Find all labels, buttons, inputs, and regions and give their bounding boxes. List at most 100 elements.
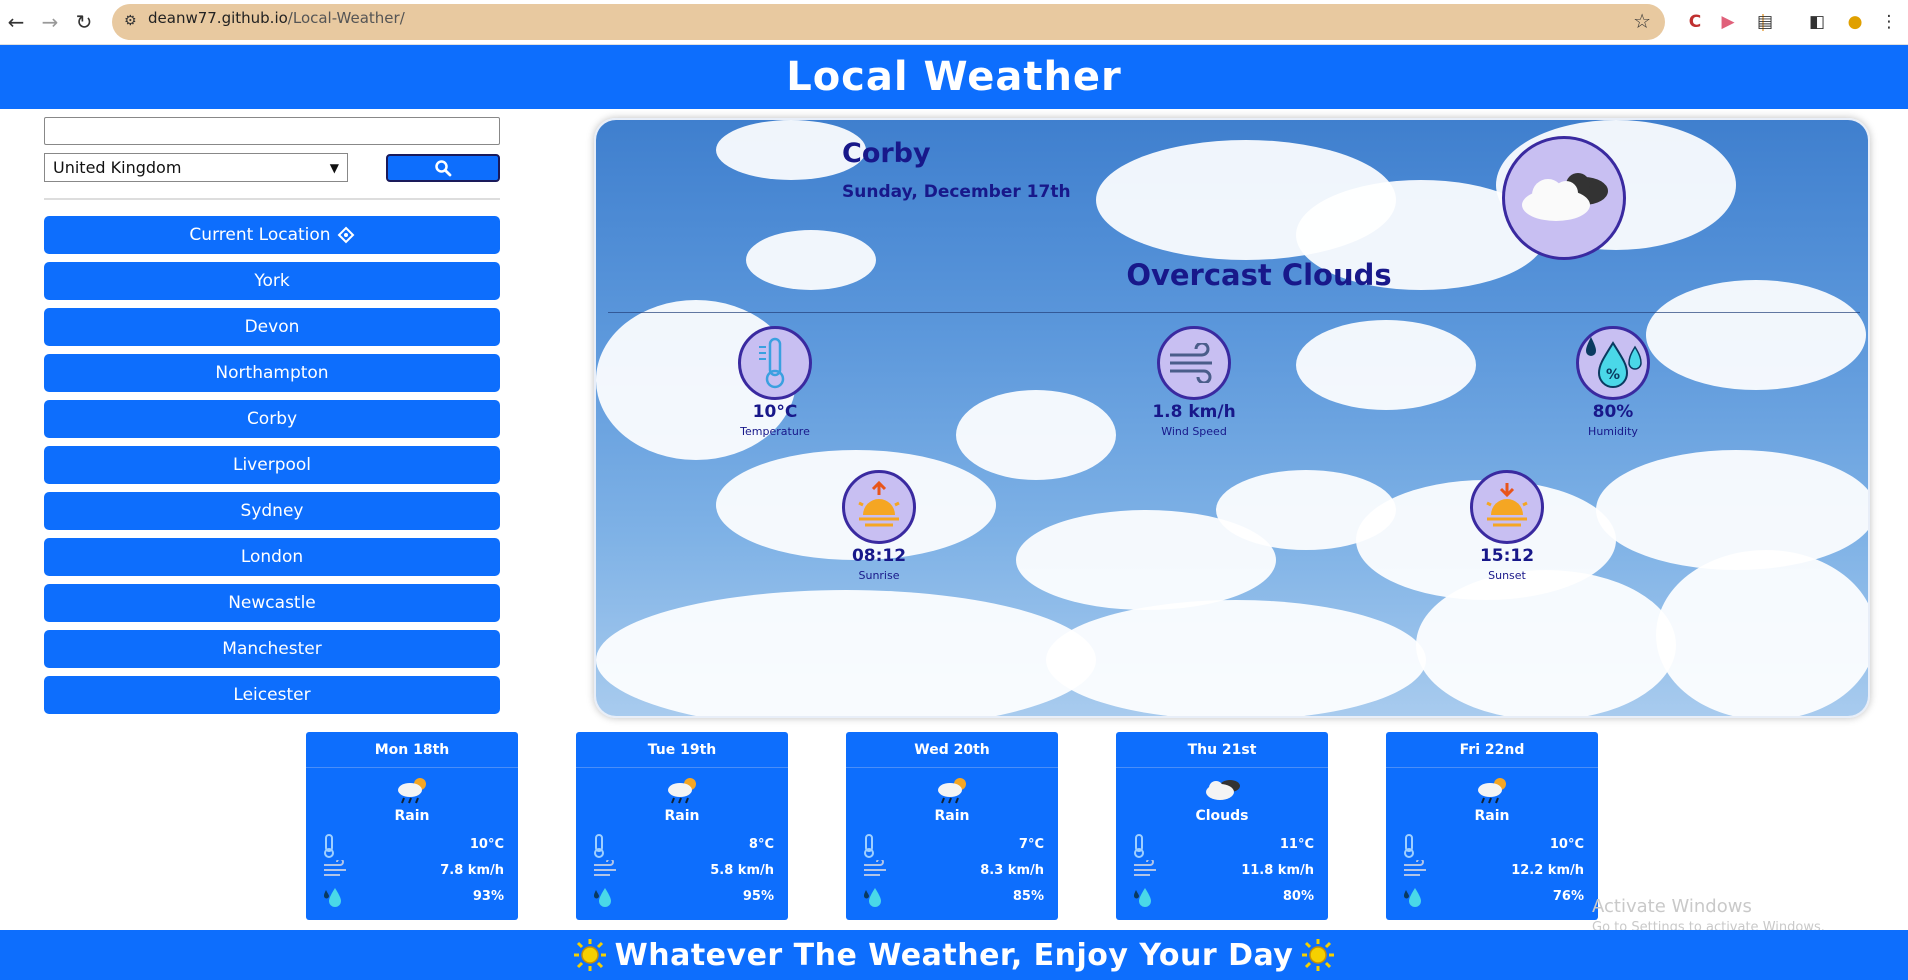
forecast-wind-row: 7.8 km/h — [306, 858, 518, 884]
rain-icon — [306, 772, 518, 808]
forecast-humidity: 93% — [472, 889, 504, 904]
forecast-day: Tue 19th — [576, 732, 788, 768]
side-panel-icon[interactable]: ◧ — [1804, 10, 1830, 34]
city-button-leicester[interactable]: Leicester — [44, 676, 500, 714]
forecast-temp-row: 8°C — [576, 832, 788, 858]
forecast-day: Mon 18th — [306, 732, 518, 768]
city-button-london[interactable]: London — [44, 538, 500, 576]
forecast-humidity-row: 93% — [306, 884, 518, 910]
current-date: Sunday, December 17th — [842, 182, 1071, 202]
svg-text:%: % — [1606, 367, 1620, 383]
current-city: Corby — [842, 138, 931, 169]
sunrise-value: 08:12 — [851, 546, 907, 566]
city-button-corby[interactable]: Corby — [44, 400, 500, 438]
city-label: Leicester — [233, 685, 311, 705]
temperature-value: 10°C — [752, 402, 798, 422]
city-button-devon[interactable]: Devon — [44, 308, 500, 346]
forecast-description: Rain — [664, 808, 700, 824]
humidity-drops-icon — [1132, 886, 1158, 912]
country-select-value: United Kingdom — [53, 158, 182, 177]
search-button[interactable] — [386, 154, 500, 182]
forecast-card: Mon 18th Rain 10°C 7.8 km/h 93% — [306, 732, 518, 920]
forward-icon[interactable]: → — [36, 8, 64, 36]
humidity-value: 80% — [1592, 402, 1634, 422]
bookmark-star-icon[interactable]: ☆ — [1633, 9, 1651, 33]
city-button-northampton[interactable]: Northampton — [44, 354, 500, 392]
wind-icon — [1132, 858, 1160, 882]
wind-label: Wind Speed — [1161, 425, 1227, 438]
city-button-newcastle[interactable]: Newcastle — [44, 584, 500, 622]
rain-icon — [576, 772, 788, 808]
city-button-york[interactable]: York — [44, 262, 500, 300]
wind-icon — [1402, 858, 1430, 882]
sunrise-icon — [842, 470, 916, 544]
page-title: Local Weather — [786, 54, 1122, 100]
url-host: deanw77.github.io — [148, 9, 288, 27]
humidity-metric: % 80% Humidity — [1533, 326, 1693, 438]
sun-icon — [1302, 939, 1335, 971]
forecast-temp: 10°C — [469, 837, 504, 852]
forecast-temp-row: 11°C — [1116, 832, 1328, 858]
sidebar-divider — [44, 198, 500, 200]
sunrise-label: Sunrise — [858, 569, 900, 582]
forecast-temp-row: 7°C — [846, 832, 1058, 858]
extension-c-icon[interactable]: C — [1682, 10, 1708, 34]
page-footer: Whatever The Weather, Enjoy Your Day — [0, 930, 1908, 980]
sunset-value: 15:12 — [1479, 546, 1535, 566]
country-select[interactable]: United Kingdom ▼ — [44, 153, 348, 182]
rain-icon — [846, 772, 1058, 808]
humidity-drops-icon — [862, 886, 888, 912]
forecast-card: Tue 19th Rain 8°C 5.8 km/h 95% — [576, 732, 788, 920]
profile-avatar[interactable]: ● — [1842, 10, 1868, 34]
sunset-icon — [1470, 470, 1544, 544]
extension-pink-icon[interactable]: ▶ — [1715, 10, 1741, 34]
current-location-button[interactable]: Current Location — [44, 216, 500, 254]
city-label: Sydney — [240, 501, 304, 521]
humidity-drops-icon — [592, 886, 618, 912]
humidity-label: Humidity — [1588, 425, 1638, 438]
card-divider — [608, 312, 1860, 313]
reload-icon[interactable]: ↻ — [70, 8, 98, 36]
forecast-wind: 7.8 km/h — [440, 863, 504, 878]
city-label: Newcastle — [228, 593, 316, 613]
crosshair-icon — [337, 226, 354, 244]
current-location-label: Current Location — [189, 225, 331, 245]
forecast-humidity-row: 80% — [1116, 884, 1328, 910]
forecast-humidity-row: 95% — [576, 884, 788, 910]
forecast-temp: 10°C — [1549, 837, 1584, 852]
city-button-liverpool[interactable]: Liverpool — [44, 446, 500, 484]
forecast-description: Clouds — [1195, 808, 1249, 824]
forecast-humidity-row: 85% — [846, 884, 1058, 910]
forecast-temp-row: 10°C — [306, 832, 518, 858]
forecast-wind-row: 8.3 km/h — [846, 858, 1058, 884]
sunset-metric: 15:12 Sunset — [1427, 470, 1587, 582]
forecast-wind: 11.8 km/h — [1241, 863, 1314, 878]
forecast-temp: 8°C — [748, 837, 774, 852]
city-button-manchester[interactable]: Manchester — [44, 630, 500, 668]
extensions-puzzle-icon[interactable]: ▤ — [1752, 10, 1778, 34]
forecast-card: Fri 22nd Rain 10°C 12.2 km/h 76% — [1386, 732, 1598, 920]
forecast-description: Rain — [934, 808, 970, 824]
forecast-wind: 8.3 km/h — [980, 863, 1044, 878]
forecast-temp-row: 10°C — [1386, 832, 1598, 858]
city-label: Northampton — [215, 363, 329, 383]
url-text: deanw77.github.io/Local-Weather/ — [148, 9, 405, 27]
windows-activation-title: Activate Windows — [1592, 896, 1752, 917]
site-info-icon[interactable]: ⚙ — [124, 13, 137, 29]
url-path: /Local-Weather/ — [287, 9, 405, 27]
page-header: Local Weather — [0, 45, 1908, 109]
temperature-metric: 10°C Temperature — [695, 326, 855, 438]
sun-icon — [573, 939, 606, 971]
browser-toolbar: ← → ↻ ⚙ ☆ deanw77.github.io/Local-Weathe… — [0, 0, 1908, 45]
forecast-wind-row: 11.8 km/h — [1116, 858, 1328, 884]
chrome-menu-icon[interactable]: ⋮ — [1876, 10, 1902, 34]
chevron-down-icon: ▼ — [329, 160, 339, 175]
city-search-input[interactable] — [44, 117, 500, 145]
wind-metric: 1.8 km/h Wind Speed — [1114, 326, 1274, 438]
forecast-humidity: 76% — [1552, 889, 1584, 904]
city-label: Corby — [246, 409, 298, 429]
back-icon[interactable]: ← — [2, 8, 30, 36]
forecast-description: Rain — [394, 808, 430, 824]
city-button-sydney[interactable]: Sydney — [44, 492, 500, 530]
forecast-day: Thu 21st — [1116, 732, 1328, 768]
